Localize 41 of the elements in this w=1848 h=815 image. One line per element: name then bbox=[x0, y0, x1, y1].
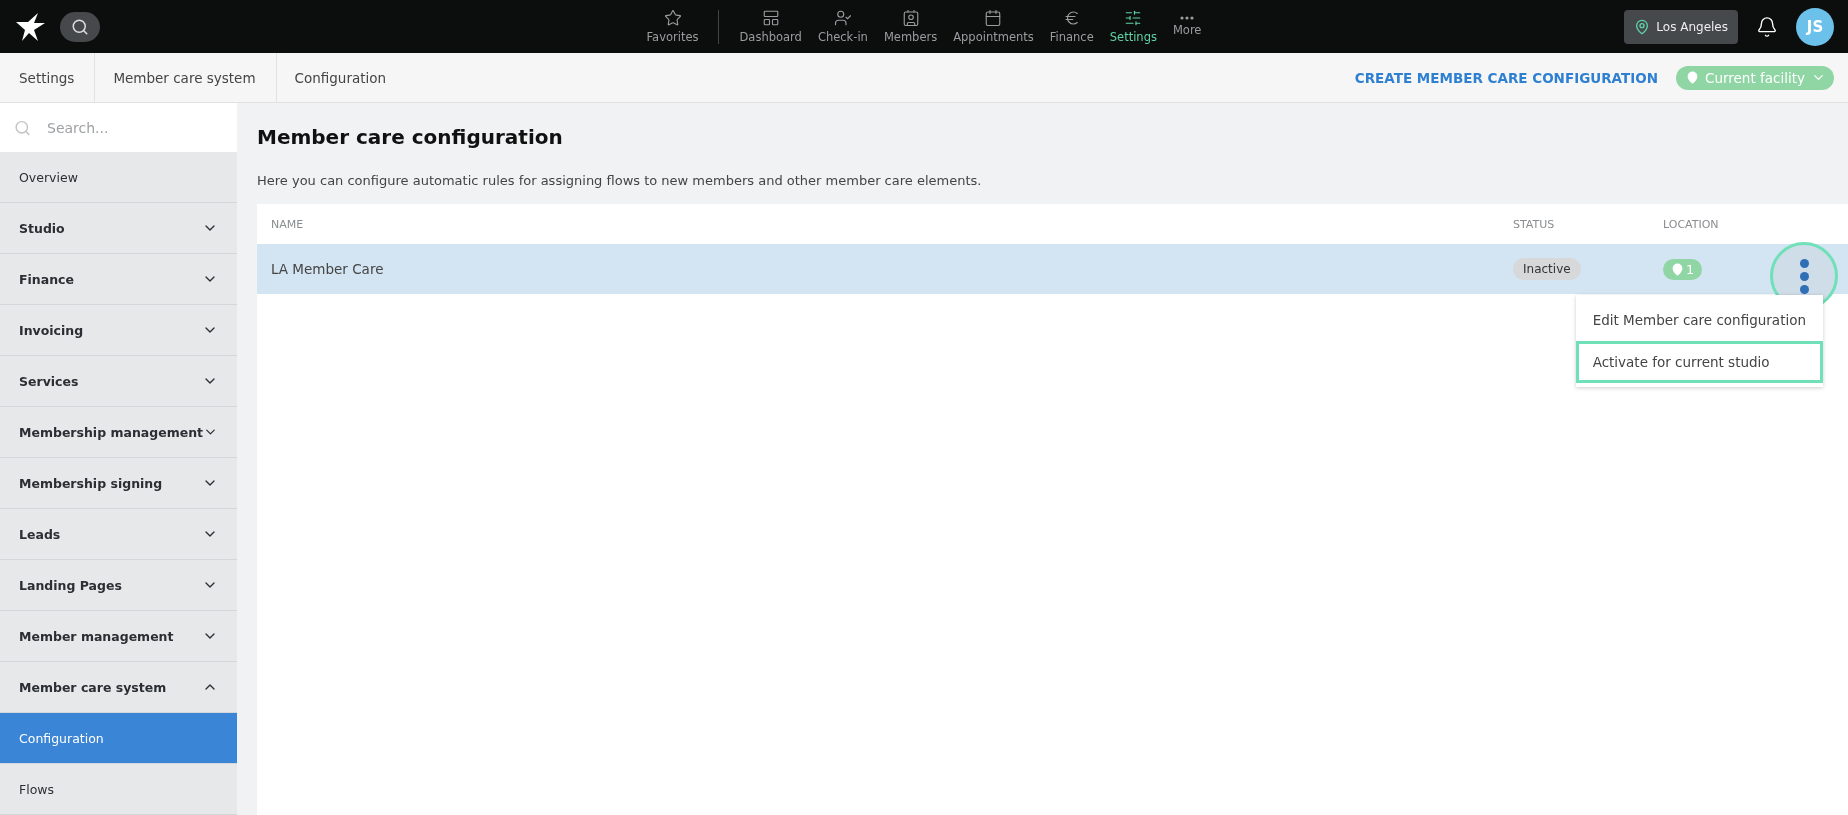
finance-icon bbox=[1062, 9, 1081, 27]
dashboard-icon bbox=[761, 9, 780, 27]
breadcrumb-link[interactable]: Member care system bbox=[95, 53, 277, 102]
status-badge: Inactive bbox=[1513, 258, 1581, 280]
more-icon bbox=[1180, 16, 1195, 20]
menu-item[interactable]: Edit Member care configuration bbox=[1575, 299, 1823, 341]
nav-item[interactable]: More bbox=[1166, 16, 1208, 37]
nav-item[interactable]: Appointments bbox=[947, 9, 1040, 44]
map-pin-icon bbox=[1686, 71, 1699, 84]
location-badge: 1 bbox=[1663, 258, 1703, 280]
column-header: LOCATION bbox=[1663, 217, 1720, 231]
column-header: STATUS bbox=[1513, 217, 1556, 231]
settings-icon bbox=[1124, 9, 1143, 27]
nav-item[interactable]: Members bbox=[877, 9, 944, 44]
members-icon bbox=[901, 9, 920, 27]
checkin-icon bbox=[833, 9, 852, 27]
column-header: NAME bbox=[271, 217, 305, 231]
breadcrumb-link[interactable]: Settings bbox=[0, 53, 96, 102]
page-title: Member care configuration bbox=[257, 125, 564, 149]
star-logo-icon[interactable] bbox=[14, 11, 46, 42]
table-row[interactable]: LA Member Care Inactive 1 bbox=[257, 244, 1848, 294]
nav-item[interactable]: Settings bbox=[1103, 9, 1163, 44]
appointments-icon bbox=[984, 9, 1003, 27]
favorites-icon bbox=[663, 9, 682, 27]
create-configuration-link[interactable]: CREATE MEMBER CARE CONFIGURATION bbox=[1354, 69, 1658, 86]
bell-icon[interactable] bbox=[1756, 15, 1778, 38]
search-icon bbox=[71, 17, 89, 36]
breadcrumb-link[interactable]: Configuration bbox=[276, 53, 407, 102]
sidebar-item[interactable]: Configuration bbox=[0, 713, 237, 764]
nav-item[interactable]: Finance bbox=[1043, 9, 1100, 44]
page-description: Here you can configure automatic rules for assigning flows to new members and other member care elements. bbox=[257, 173, 983, 188]
table-cell-text: LA Member Care bbox=[271, 261, 385, 277]
map-pin-icon bbox=[1634, 18, 1651, 35]
menu-item[interactable]: Activate for current studio bbox=[1575, 341, 1823, 383]
map-pin-icon bbox=[1671, 262, 1684, 276]
location-button[interactable]: Los Angeles bbox=[1624, 9, 1738, 44]
search-button[interactable] bbox=[60, 11, 100, 42]
nav-item[interactable]: Dashboard bbox=[733, 9, 808, 44]
nav-item[interactable]: Check-in bbox=[811, 9, 874, 44]
search-field[interactable]: Search... bbox=[0, 103, 237, 152]
nav-item[interactable]: Favorites bbox=[640, 9, 705, 44]
